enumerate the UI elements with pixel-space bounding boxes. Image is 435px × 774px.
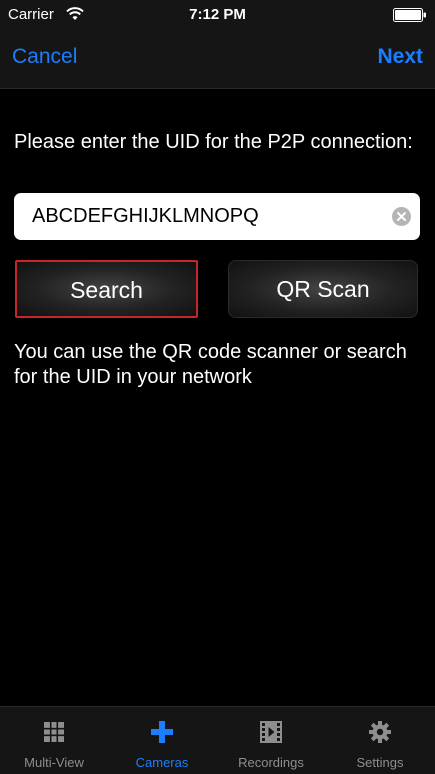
search-button[interactable]: Search xyxy=(15,260,198,318)
hint-text: You can use the QR code scanner or searc… xyxy=(14,341,407,388)
tab-recordings[interactable]: Recordings xyxy=(217,707,325,774)
uid-prompt-text: Please enter the UID for the P2P connect… xyxy=(14,131,413,153)
tab-settings-label: Settings xyxy=(356,755,404,770)
qr-scan-button[interactable]: QR Scan xyxy=(228,260,418,318)
tab-recordings-label: Recordings xyxy=(238,755,304,770)
tab-settings[interactable]: Settings xyxy=(326,707,434,774)
next-button[interactable]: Next xyxy=(377,45,423,69)
clear-icon[interactable] xyxy=(392,207,411,226)
status-bar: Carrier 7:12 PM xyxy=(0,0,435,30)
gear-icon xyxy=(369,721,391,743)
tab-cameras[interactable]: Cameras xyxy=(108,707,216,774)
film-icon xyxy=(260,721,282,743)
cancel-button[interactable]: Cancel xyxy=(12,45,77,69)
plus-icon xyxy=(151,721,173,743)
tab-bar: Multi-View Cameras Recordings Settings xyxy=(0,706,435,774)
tab-cameras-label: Cameras xyxy=(135,755,189,770)
uid-input-value[interactable]: ABCDEFGHIJKLMNOPQ xyxy=(32,205,259,228)
battery-icon xyxy=(393,8,426,22)
status-time: 7:12 PM xyxy=(189,6,246,23)
tab-multi-view-label: Multi-View xyxy=(24,755,84,770)
uid-input[interactable]: ABCDEFGHIJKLMNOPQ xyxy=(14,193,420,240)
grid-icon xyxy=(44,722,64,742)
navigation-bar: Cancel Next xyxy=(0,30,435,89)
tab-multi-view[interactable]: Multi-View xyxy=(0,707,108,774)
